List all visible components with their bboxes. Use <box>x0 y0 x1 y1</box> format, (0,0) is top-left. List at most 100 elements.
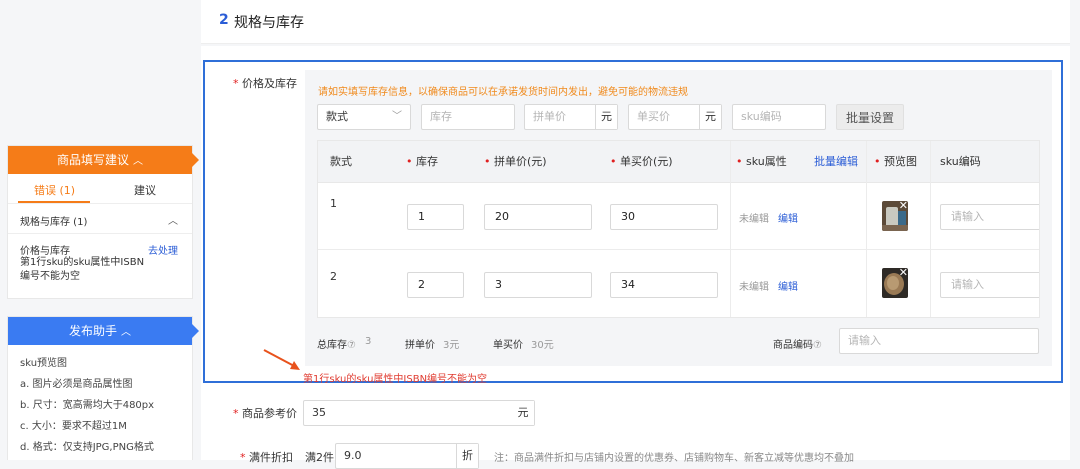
publish-tips: sku预览图 a. 图片必须是商品属性图 b. 尺寸：宽高需均大于480px c… <box>8 345 192 458</box>
single-price-value: 30 <box>621 210 635 223</box>
suggest-panel: 商品填写建议 ︿ 错误 (1) 建议 规格与库存 (1) ︿ 价格与库存 去处理 … <box>7 145 199 299</box>
chevron-up-icon: ︿ <box>121 327 131 338</box>
th-group-price-label: 拼单价(元) <box>494 155 547 168</box>
preview-thumbnail[interactable]: ✕ <box>882 268 908 298</box>
table-row: 2 2 3 34 未编辑 编辑 ✕ 请输入 <box>318 250 1039 317</box>
close-icon[interactable]: ✕ <box>899 201 908 212</box>
section-title: 规格与库存 <box>234 15 304 31</box>
required-mark: • <box>610 155 620 168</box>
batch-set-button[interactable]: 批量设置 <box>836 104 904 130</box>
sku-table-header: 款式 • 库存 • 拼单价(元) • 单买价(元) • sku属性 批量编辑 •… <box>318 141 1039 183</box>
th-sku-attr-label: sku属性 <box>746 155 787 168</box>
full-discount-unit: 折 <box>456 444 478 468</box>
full-discount-label: * 满件折扣 <box>240 449 293 465</box>
suggest-panel-header[interactable]: 商品填写建议 ︿ <box>8 146 199 174</box>
attr-status: 未编辑 <box>739 282 769 293</box>
panel-pointer <box>192 153 199 167</box>
suggest-tabs: 错误 (1) 建议 <box>8 174 192 204</box>
batch-group-price-unit: 元 <box>595 105 617 129</box>
required-mark: • <box>874 155 884 168</box>
sku-table: 款式 • 库存 • 拼单价(元) • 单买价(元) • sku属性 批量编辑 •… <box>317 140 1040 318</box>
attr-edit-link[interactable]: 编辑 <box>778 210 798 225</box>
full-discount-prefix: 满2件 <box>305 451 334 464</box>
stock-input[interactable]: 1 <box>407 204 464 230</box>
full-discount-label-text: 满件折扣 <box>249 451 293 464</box>
tab-errors[interactable]: 错误 (1) <box>34 182 75 198</box>
section-number: 2 <box>219 12 229 28</box>
tip-line: d. 格式：仅支持JPG,PNG格式 <box>20 442 154 453</box>
required-mark: * <box>240 451 246 464</box>
footer-single-price-value: 30元 <box>531 340 554 351</box>
chevron-up-icon: ︿ <box>133 156 143 167</box>
tip-line: a. 图片必须是商品属性图 <box>20 379 133 390</box>
suggest-group-label: 规格与库存 (1) <box>20 217 88 228</box>
batch-sku-code-input[interactable]: sku编码 <box>732 104 826 130</box>
price-stock-label-text: 价格及库存 <box>242 77 297 90</box>
batch-set-button-label: 批量设置 <box>845 111 894 125</box>
arrow-icon <box>263 349 300 370</box>
help-icon[interactable]: ⑦ <box>347 340 356 351</box>
group-price-value: 3 <box>495 278 502 291</box>
tip-line: sku预览图 <box>20 358 68 369</box>
sku-code-input[interactable]: 请输入 <box>940 272 1039 298</box>
panel-pointer <box>192 324 199 338</box>
suggest-item-desc: 第1行sku的sku属性中ISBN编号不能为空 <box>20 257 145 282</box>
suggest-group[interactable]: 规格与库存 (1) ︿ <box>8 204 192 234</box>
th-style: 款式 <box>330 155 352 168</box>
suggest-panel-title: 商品填写建议 <box>56 153 129 167</box>
total-stock-label: 总库存⑦ <box>317 336 356 351</box>
single-price-input[interactable]: 34 <box>610 272 718 298</box>
sku-code-input[interactable]: 请输入 <box>940 204 1039 230</box>
tab-suggestions[interactable]: 建议 <box>134 182 156 198</box>
totals-footer: 总库存⑦ 3 拼单价 3元 单买价 30元 商品编码⑦ 请输入 <box>317 328 1040 354</box>
reference-price-label-text: 商品参考价 <box>242 407 297 420</box>
help-icon[interactable]: ⑦ <box>813 340 822 351</box>
reference-price-input[interactable]: 35 元 <box>303 400 535 426</box>
section-header: 2 规格与库存 <box>201 0 1070 44</box>
group-price-input[interactable]: 3 <box>484 272 592 298</box>
publish-panel-header[interactable]: 发布助手 ︿ <box>8 317 199 345</box>
batch-group-price-placeholder: 拼单价 <box>533 110 566 123</box>
table-row: 1 1 20 30 未编辑 编辑 ✕ 请输入 <box>318 183 1039 250</box>
full-discount-input[interactable]: 9.0 折 <box>335 443 479 469</box>
required-mark: • <box>406 155 416 168</box>
product-code-input[interactable]: 请输入 <box>839 328 1039 354</box>
batch-single-price-input[interactable]: 单买价 元 <box>628 104 722 130</box>
style-select[interactable]: 款式 ﹀ <box>317 104 411 130</box>
group-price-input[interactable]: 20 <box>484 204 592 230</box>
stock-value: 1 <box>418 210 425 223</box>
th-preview-label: 预览图 <box>884 155 917 168</box>
chevron-up-icon[interactable]: ︿ <box>168 212 178 227</box>
total-stock-label-text: 总库存 <box>317 340 347 351</box>
single-price-input[interactable]: 30 <box>610 204 718 230</box>
suggest-item-action[interactable]: 去处理 <box>148 242 178 257</box>
batch-stock-placeholder: 库存 <box>430 110 452 123</box>
required-mark: * <box>233 77 239 90</box>
batch-group-price-input[interactable]: 拼单价 元 <box>524 104 618 130</box>
th-single-price: • 单买价(元) <box>610 141 673 183</box>
close-icon[interactable]: ✕ <box>899 268 908 279</box>
group-price-value: 20 <box>495 210 509 223</box>
th-stock-label: 库存 <box>416 155 438 168</box>
full-discount-value: 9.0 <box>344 449 362 462</box>
sku-code-placeholder: 请输入 <box>951 278 984 291</box>
footer-group-price-label: 拼单价 <box>405 340 435 351</box>
tab-errors-underline <box>18 201 90 203</box>
attr-status: 未编辑 <box>739 214 769 225</box>
th-sku-code: sku编码 <box>940 155 981 168</box>
row-index: 2 <box>330 270 337 283</box>
batch-stock-input[interactable]: 库存 <box>421 104 515 130</box>
preview-thumbnail[interactable]: ✕ <box>882 201 908 231</box>
product-code-label-text: 商品编码 <box>773 340 813 351</box>
batch-edit-link[interactable]: 批量编辑 <box>814 141 858 183</box>
stock-input[interactable]: 2 <box>407 272 464 298</box>
th-single-price-label: 单买价(元) <box>620 155 673 168</box>
error-message: 第1行sku的sku属性中ISBN编号不能为空 <box>303 374 488 385</box>
single-price-value: 34 <box>621 278 635 291</box>
attr-edit-link[interactable]: 编辑 <box>778 278 798 293</box>
reference-price-unit: 元 <box>512 401 534 425</box>
full-discount-note: 注：商品满件折扣与店铺内设置的优惠券、店铺购物车、新客立减等优惠均不叠加 <box>494 453 854 464</box>
required-mark: • <box>736 155 746 168</box>
total-stock-value: 3 <box>365 336 372 347</box>
required-mark: * <box>233 407 239 420</box>
